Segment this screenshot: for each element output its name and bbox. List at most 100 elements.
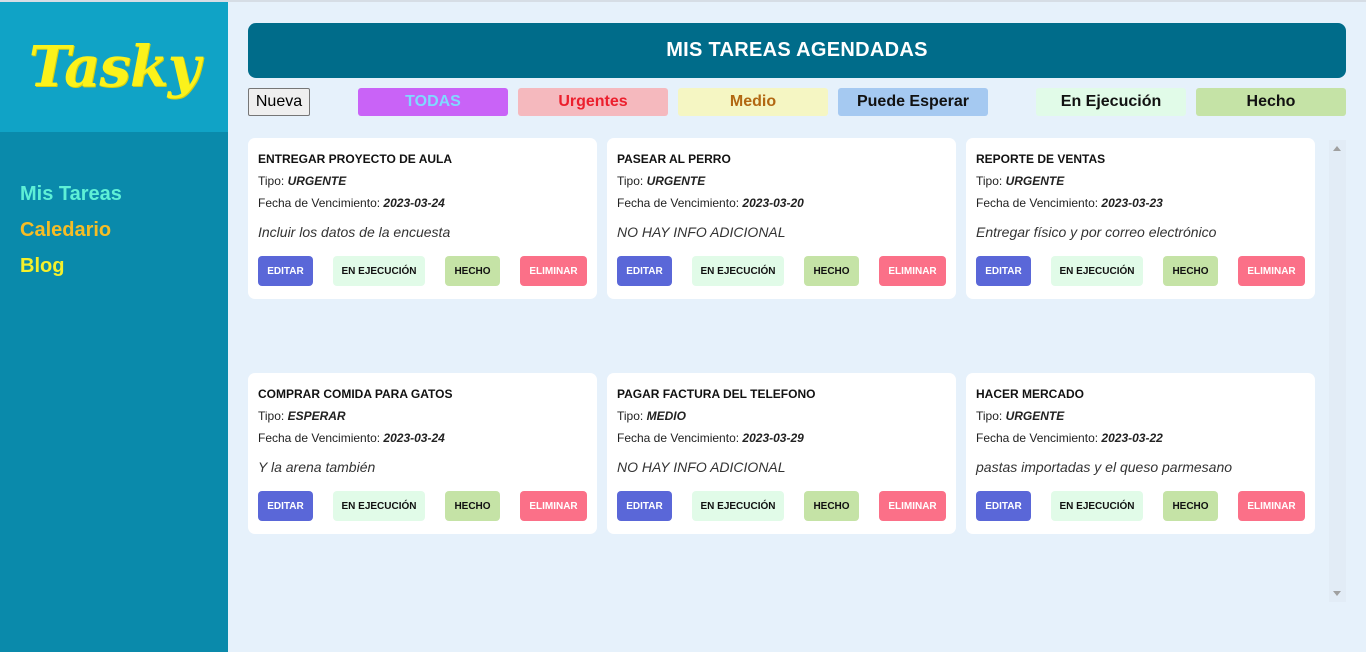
task-actions: EDITAR EN EJECUCIÓN HECHO ELIMINAR (976, 256, 1305, 286)
task-note: NO HAY INFO ADICIONAL (617, 459, 786, 475)
task-type: Tipo: URGENTE (976, 174, 1305, 196)
filter-en-ejecucion[interactable]: En Ejecución (1036, 88, 1186, 116)
task-title: PAGAR FACTURA DEL TELEFONO (617, 387, 816, 401)
task-type: Tipo: URGENTE (258, 174, 587, 196)
task-type-value: MEDIO (646, 409, 686, 423)
edit-button[interactable]: EDITAR (976, 491, 1031, 521)
task-type: Tipo: URGENTE (976, 409, 1305, 431)
done-button[interactable]: HECHO (804, 256, 859, 286)
task-type-value: URGENTE (287, 174, 347, 188)
task-note: Y la arena también (258, 459, 376, 475)
task-due-label: Fecha de Vencimiento: (617, 196, 740, 210)
edit-button[interactable]: EDITAR (258, 256, 313, 286)
app-logo[interactable]: Tasky (29, 34, 200, 100)
edit-button[interactable]: EDITAR (617, 491, 672, 521)
edit-button[interactable]: EDITAR (976, 256, 1031, 286)
task-actions: EDITAR EN EJECUCIÓN HECHO ELIMINAR (258, 491, 587, 521)
task-due-date: Fecha de Vencimiento: 2023-03-20 (617, 196, 946, 218)
main-content: MIS TAREAS AGENDADAS Nueva TODAS Urgente… (248, 2, 1346, 534)
task-type: Tipo: MEDIO (617, 409, 946, 431)
done-button[interactable]: HECHO (1163, 491, 1218, 521)
in-progress-button[interactable]: EN EJECUCIÓN (1051, 256, 1143, 286)
task-due-date: Fecha de Vencimiento: 2023-03-23 (976, 196, 1305, 218)
filter-puede-esperar[interactable]: Puede Esperar (838, 88, 988, 116)
done-button[interactable]: HECHO (445, 491, 500, 521)
task-note: Entregar físico y por correo electrónico (976, 224, 1217, 240)
delete-button[interactable]: ELIMINAR (520, 256, 587, 286)
sidebar-nav: Mis Tareas Caledario Blog (0, 132, 228, 284)
in-progress-button[interactable]: EN EJECUCIÓN (692, 256, 784, 286)
task-note: Incluir los datos de la encuesta (258, 224, 451, 240)
task-due-value: 2023-03-20 (742, 196, 804, 210)
task-due-label: Fecha de Vencimiento: (617, 431, 740, 445)
task-actions: EDITAR EN EJECUCIÓN HECHO ELIMINAR (976, 491, 1305, 521)
done-button[interactable]: HECHO (804, 491, 859, 521)
nav-item-mis-tareas[interactable]: Mis Tareas (20, 176, 228, 212)
filter-todas[interactable]: TODAS (358, 88, 508, 116)
task-card: PAGAR FACTURA DEL TELEFONO Tipo: MEDIO Fec… (607, 373, 956, 534)
task-type-value: URGENTE (1005, 409, 1065, 423)
task-actions: EDITAR EN EJECUCIÓN HECHO ELIMINAR (617, 491, 946, 521)
task-note: pastas importadas y el queso parmesano (976, 459, 1233, 475)
task-type-label: Tipo: (617, 409, 644, 423)
task-type-label: Tipo: (976, 409, 1003, 423)
task-title: REPORTE DE VENTAS (976, 152, 1106, 166)
logo-area: Tasky (0, 2, 228, 132)
delete-button[interactable]: ELIMINAR (520, 491, 587, 521)
scroll-up-icon[interactable] (1333, 146, 1341, 151)
edit-button[interactable]: EDITAR (617, 256, 672, 286)
in-progress-button[interactable]: EN EJECUCIÓN (333, 491, 425, 521)
task-card: ENTREGAR PROYECTO DE AULA Tipo: URGENTE Fe… (248, 138, 597, 299)
task-type: Tipo: URGENTE (617, 174, 946, 196)
task-note: NO HAY INFO ADICIONAL (617, 224, 786, 240)
edit-button[interactable]: EDITAR (258, 491, 313, 521)
task-due-value: 2023-03-24 (383, 196, 445, 210)
task-due-date: Fecha de Vencimiento: 2023-03-29 (617, 431, 946, 453)
task-card: COMPRAR COMIDA PARA GATOS Tipo: ESPERAR Fe… (248, 373, 597, 534)
task-due-value: 2023-03-23 (1101, 196, 1163, 210)
page-title: MIS TAREAS AGENDADAS (248, 23, 1346, 78)
done-button[interactable]: HECHO (445, 256, 500, 286)
delete-button[interactable]: ELIMINAR (1238, 491, 1305, 521)
task-type-value: URGENTE (1005, 174, 1065, 188)
task-actions: EDITAR EN EJECUCIÓN HECHO ELIMINAR (617, 256, 946, 286)
sidebar: Tasky Mis Tareas Caledario Blog (0, 2, 228, 652)
task-title: PASEAR AL PERRO (617, 152, 731, 166)
task-due-date: Fecha de Vencimiento: 2023-03-22 (976, 431, 1305, 453)
delete-button[interactable]: ELIMINAR (879, 491, 946, 521)
task-due-label: Fecha de Vencimiento: (976, 196, 1099, 210)
in-progress-button[interactable]: EN EJECUCIÓN (692, 491, 784, 521)
filter-medio[interactable]: Medio (678, 88, 828, 116)
in-progress-button[interactable]: EN EJECUCIÓN (333, 256, 425, 286)
scrollbar[interactable] (1329, 140, 1346, 602)
nav-item-blog[interactable]: Blog (20, 248, 228, 284)
new-task-button[interactable]: Nueva (248, 88, 310, 116)
scroll-down-icon[interactable] (1333, 591, 1341, 596)
task-type-label: Tipo: (258, 409, 285, 423)
task-type: Tipo: ESPERAR (258, 409, 587, 431)
task-type-label: Tipo: (617, 174, 644, 188)
task-due-value: 2023-03-29 (742, 431, 804, 445)
task-card: HACER MERCADO Tipo: URGENTE Fecha de Venci… (966, 373, 1315, 534)
task-actions: EDITAR EN EJECUCIÓN HECHO ELIMINAR (258, 256, 587, 286)
delete-button[interactable]: ELIMINAR (879, 256, 946, 286)
task-due-label: Fecha de Vencimiento: (976, 431, 1099, 445)
task-title: HACER MERCADO (976, 387, 1084, 401)
done-button[interactable]: HECHO (1163, 256, 1218, 286)
task-due-value: 2023-03-22 (1101, 431, 1163, 445)
filter-urgentes[interactable]: Urgentes (518, 88, 668, 116)
in-progress-button[interactable]: EN EJECUCIÓN (1051, 491, 1143, 521)
task-due-date: Fecha de Vencimiento: 2023-03-24 (258, 196, 587, 218)
task-type-label: Tipo: (976, 174, 1003, 188)
task-title: COMPRAR COMIDA PARA GATOS (258, 387, 453, 401)
filter-bar: Nueva TODAS Urgentes Medio Puede Esperar… (248, 88, 1346, 128)
task-card: PASEAR AL PERRO Tipo: URGENTE Fecha de Ven… (607, 138, 956, 299)
task-due-value: 2023-03-24 (383, 431, 445, 445)
nav-item-calendario[interactable]: Caledario (20, 212, 228, 248)
delete-button[interactable]: ELIMINAR (1238, 256, 1305, 286)
filter-hecho[interactable]: Hecho (1196, 88, 1346, 116)
task-due-label: Fecha de Vencimiento: (258, 431, 381, 445)
task-due-date: Fecha de Vencimiento: 2023-03-24 (258, 431, 587, 453)
task-type-value: URGENTE (646, 174, 706, 188)
task-due-label: Fecha de Vencimiento: (258, 196, 381, 210)
